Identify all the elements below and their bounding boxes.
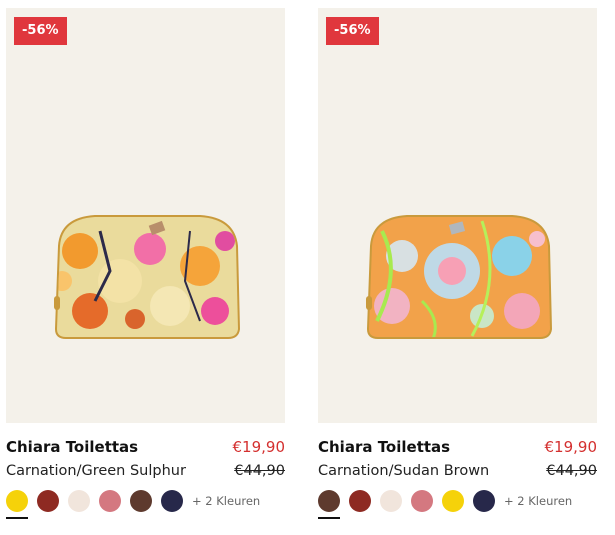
swatch-navy[interactable] [473, 490, 495, 512]
swatch-rust[interactable] [37, 490, 59, 512]
product-name[interactable]: Chiara Toilettas [318, 438, 450, 456]
swatch-pink[interactable] [411, 490, 433, 512]
product-image[interactable]: -56% [6, 8, 285, 423]
more-colors-link[interactable]: + 2 Kleuren [504, 494, 572, 508]
product-image[interactable]: -56% [318, 8, 597, 423]
sale-price: €19,90 [232, 438, 286, 456]
swatch-brown[interactable] [318, 490, 340, 519]
swatch-pink[interactable] [99, 490, 121, 512]
swatch-rust[interactable] [349, 490, 371, 512]
color-swatches: + 2 Kleuren [318, 490, 597, 519]
swatch-brown[interactable] [130, 490, 152, 512]
product-card[interactable]: -56% Chiara Toilettas €19,90 Carnation/S… [318, 8, 598, 519]
product-name[interactable]: Chiara Toilettas [6, 438, 138, 456]
color-swatches: + 2 Kleuren [6, 490, 285, 519]
discount-badge: -56% [326, 17, 379, 45]
toiletry-bag-image [54, 215, 241, 339]
color-name: Carnation/Sudan Brown [318, 463, 490, 479]
toiletry-bag-image [366, 215, 553, 339]
swatch-yellow[interactable] [442, 490, 464, 512]
product-card[interactable]: -56% Chiara Toilettas €19,90 Carnation/G… [6, 8, 286, 519]
original-price: €44,90 [234, 463, 285, 479]
sale-price: €19,90 [544, 438, 598, 456]
swatch-yellow[interactable] [6, 490, 28, 519]
discount-badge: -56% [14, 17, 67, 45]
more-colors-link[interactable]: + 2 Kleuren [192, 494, 260, 508]
original-price: €44,90 [546, 463, 597, 479]
swatch-cream[interactable] [380, 490, 402, 512]
color-name: Carnation/Green Sulphur [6, 463, 186, 479]
swatch-navy[interactable] [161, 490, 183, 512]
swatch-cream[interactable] [68, 490, 90, 512]
